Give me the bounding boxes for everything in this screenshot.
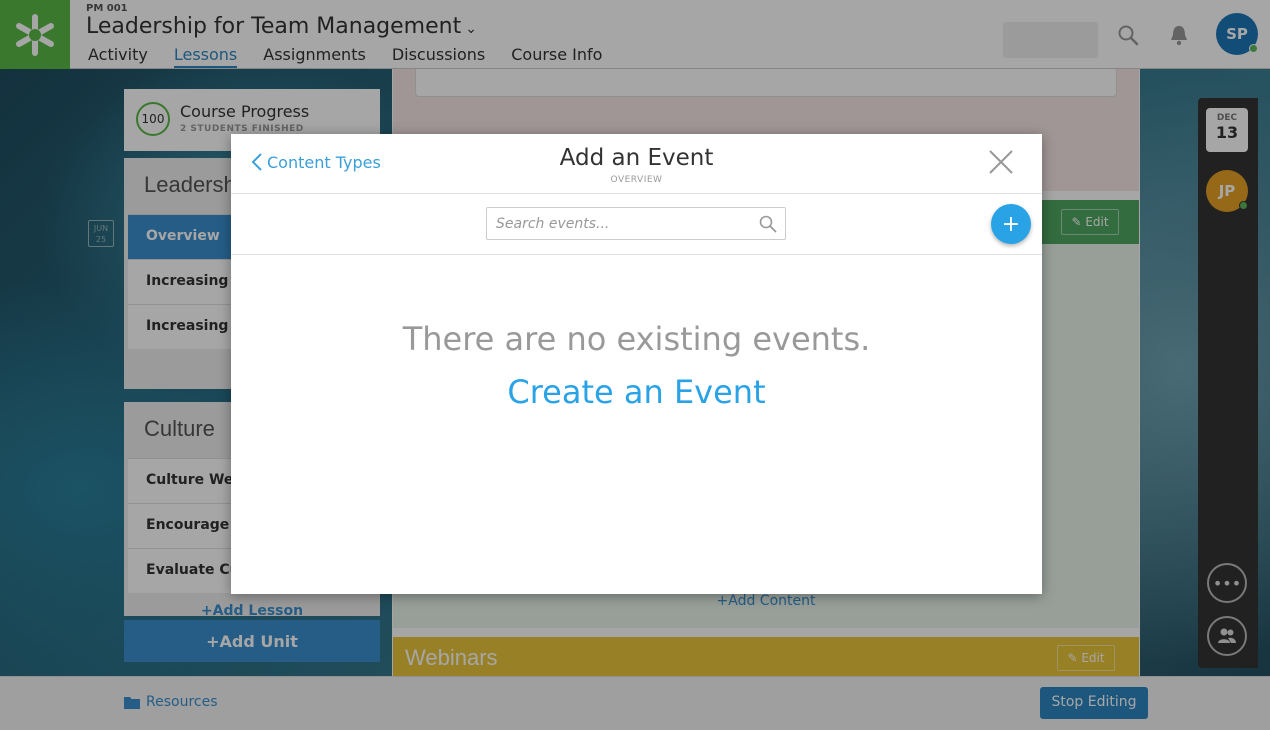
modal-header: Content Types Add an Event OVERVIEW [231,134,1042,194]
search-box [486,207,786,240]
modal-title: Add an Event [559,145,714,171]
search-icon[interactable] [759,215,777,233]
modal-subtitle: OVERVIEW [610,175,663,185]
create-event-link[interactable]: Create an Event [231,373,1042,411]
add-event-button[interactable]: + [991,204,1031,244]
close-icon[interactable] [987,148,1015,176]
add-event-modal: Content Types Add an Event OVERVIEW + Th… [231,134,1042,594]
empty-state-message: There are no existing events. [402,320,871,358]
search-bar-row: + [231,194,1042,255]
search-events-input[interactable] [487,208,749,239]
plus-icon: + [1001,211,1021,237]
